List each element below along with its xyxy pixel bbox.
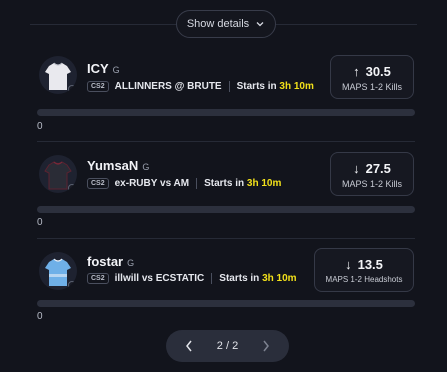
avatar-badge-icon (68, 85, 76, 93)
card-divider (37, 238, 415, 239)
prop-stat-label: MAPS 1-2 Kills (341, 179, 403, 189)
progress-bar (37, 206, 415, 213)
progress-bar (37, 109, 415, 116)
progress-count: 0 (37, 121, 43, 132)
match-name: ALLINNERS @ BRUTE (114, 81, 222, 92)
match-info: CS2 ex-RUBY vs AM Starts in 3h 10m (87, 178, 281, 189)
prop-line-value: 30.5 (365, 64, 391, 79)
game-tag: CS2 (87, 178, 109, 189)
player-tag: G (127, 258, 135, 268)
prop-line-value: 27.5 (365, 161, 391, 176)
prop-line-box[interactable]: ↑ 30.5 MAPS 1-2 Kills (330, 55, 414, 99)
meta-separator (196, 178, 198, 189)
progress-count: 0 (37, 311, 43, 322)
chevron-down-icon (256, 22, 264, 27)
match-name: ex-RUBY vs AM (114, 178, 190, 189)
game-tag: CS2 (87, 273, 109, 284)
player-name[interactable]: fostar G (87, 254, 134, 269)
pagination: 2 / 2 (166, 330, 289, 362)
progress-bar (37, 300, 415, 307)
avatar-badge-icon (68, 281, 76, 289)
prop-line-box[interactable]: ↓ 13.5 MAPS 1-2 Headshots (314, 248, 414, 292)
match-info: CS2 illwill vs ECSTATIC Starts in 3h 10m (87, 273, 297, 284)
avatar-badge-icon (68, 184, 76, 192)
start-time: Starts in 3h 10m (236, 81, 314, 92)
card-divider (37, 141, 415, 142)
game-tag: CS2 (87, 81, 109, 92)
start-time: Starts in 3h 10m (219, 273, 297, 284)
player-avatar (39, 155, 77, 193)
chevron-right-icon[interactable] (261, 339, 271, 353)
arrow-down-icon: ↓ (345, 257, 352, 272)
prop-stat-label: MAPS 1-2 Kills (341, 82, 403, 92)
player-tag: G (112, 65, 120, 75)
prop-line-value: 13.5 (357, 257, 383, 272)
meta-separator (228, 81, 230, 92)
prop-line-box[interactable]: ↓ 27.5 MAPS 1-2 Kills (330, 152, 414, 196)
match-name: illwill vs ECSTATIC (114, 273, 205, 284)
show-details-button[interactable]: Show details (176, 10, 276, 38)
arrow-up-icon: ↑ (353, 64, 360, 79)
player-avatar (39, 252, 77, 290)
arrow-down-icon: ↓ (353, 161, 360, 176)
prop-stat-label: MAPS 1-2 Headshots (325, 275, 403, 284)
player-name[interactable]: YumsaN G (87, 158, 149, 173)
start-time: Starts in 3h 10m (204, 178, 282, 189)
show-details-label: Show details (186, 18, 250, 30)
page-indicator: 2 / 2 (216, 340, 239, 352)
player-name[interactable]: ICY G (87, 61, 120, 76)
meta-separator (211, 273, 213, 284)
player-avatar (39, 56, 77, 94)
chevron-left-icon[interactable] (184, 339, 194, 353)
progress-count: 0 (37, 217, 43, 228)
match-info: CS2 ALLINNERS @ BRUTE Starts in 3h 10m (87, 81, 314, 92)
player-tag: G (142, 162, 150, 172)
